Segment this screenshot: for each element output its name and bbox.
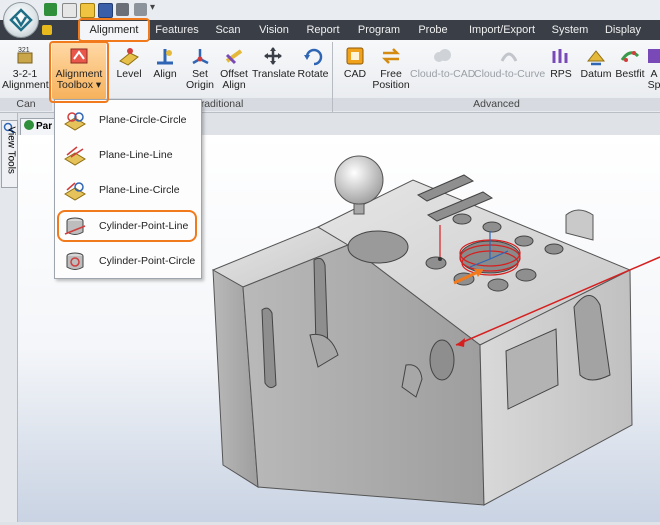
bestfit-icon (619, 45, 641, 67)
tab-probe[interactable]: Probe (412, 20, 454, 40)
tab-features[interactable]: Features (152, 20, 202, 40)
tab-vision[interactable]: Vision (254, 20, 294, 40)
svg-text:321: 321 (18, 47, 30, 54)
partial-icon (646, 45, 660, 67)
print-icon[interactable] (134, 3, 147, 16)
group-label-advanced: Advanced (333, 98, 660, 111)
plane-line-line-icon (63, 143, 87, 167)
bestfit-button[interactable]: Bestfit (614, 42, 646, 100)
datum-icon (585, 45, 607, 67)
home-icon[interactable] (44, 3, 57, 16)
alignment-toolbox-menu: Plane-Circle-Circle Plane-Line-Line Plan… (54, 99, 202, 279)
partial-ribbon-button[interactable]: A Sp (646, 42, 660, 100)
tab-report[interactable]: Report (300, 20, 346, 40)
menu-item-cylinder-point-line[interactable]: Cylinder-Point-Line (57, 210, 197, 242)
alignment-toolbox-button[interactable]: Alignment Toolbox ▾ (52, 42, 106, 100)
set-origin-icon (189, 45, 211, 67)
cloud-to-cad-button[interactable]: Cloud-to-CAD (410, 42, 475, 100)
app-logo[interactable] (3, 2, 39, 38)
new-icon[interactable] (62, 3, 77, 18)
tab-alignment[interactable]: Alignment (80, 21, 148, 40)
menu-item-plane-line-line[interactable]: Plane-Line-Line (57, 139, 197, 171)
offset-align-icon (223, 45, 245, 67)
customize-quick-access-icon[interactable]: ▾ (150, 2, 155, 13)
translate-button[interactable]: Translate (252, 42, 295, 100)
cad-icon (344, 45, 366, 67)
open-icon[interactable] (80, 3, 95, 18)
321-alignment-icon: 321 (14, 45, 36, 67)
level-button[interactable]: Level (112, 42, 146, 100)
alignment-toolbox-icon (68, 45, 90, 67)
ribbon-tab-bar: Alignment Features Scan Vision Report Pr… (0, 20, 660, 40)
menu-item-plane-line-circle[interactable]: Plane-Line-Circle (57, 174, 197, 206)
align-icon (154, 45, 176, 67)
321-alignment-button[interactable]: 321 3-2-1 Alignment (2, 42, 49, 100)
cylinder-point-line-icon (63, 214, 87, 238)
cloud-to-curve-icon (498, 45, 520, 67)
translate-icon (262, 45, 284, 67)
align-button[interactable]: Align (148, 42, 182, 100)
menu-item-cylinder-point-circle[interactable]: Cylinder-Point-Circle (57, 245, 197, 277)
plane-circle-circle-icon (63, 108, 87, 132)
plane-line-circle-icon (63, 178, 87, 202)
app-logo-icon (9, 8, 33, 32)
cad-button[interactable]: CAD (338, 42, 372, 100)
level-icon (118, 45, 140, 67)
free-position-icon (380, 45, 402, 67)
datum-button[interactable]: Datum (578, 42, 614, 100)
tab-display[interactable]: Display (598, 20, 648, 40)
offset-align-button[interactable]: Offset Align (218, 42, 250, 100)
tab-scan[interactable]: Scan (206, 20, 250, 40)
tab-mini-icons[interactable] (36, 20, 58, 40)
cylinder-point-circle-icon (63, 249, 87, 273)
view-tools-tab[interactable]: View Tools (1, 120, 18, 188)
free-position-button[interactable]: Free Position (372, 42, 410, 100)
part-icon (24, 120, 34, 130)
rotate-button[interactable]: Rotate (296, 42, 330, 100)
view-tools-label: View Tools (5, 126, 17, 174)
set-origin-button[interactable]: Set Origin (184, 42, 216, 100)
tab-program[interactable]: Program (352, 20, 406, 40)
rps-icon (550, 45, 572, 67)
group-label-can: Can (0, 98, 52, 111)
rps-button[interactable]: RPS (546, 42, 576, 100)
save-icon[interactable] (98, 3, 113, 18)
tab-import-export[interactable]: Import/Export (460, 20, 544, 40)
tab-system[interactable]: System (548, 20, 592, 40)
tools-icon[interactable] (116, 3, 129, 16)
rotate-icon (302, 45, 324, 67)
cloud-to-curve-button[interactable]: Cloud-to-Curve (474, 42, 545, 100)
cloud-to-cad-icon (431, 45, 453, 67)
menu-item-plane-circle-circle[interactable]: Plane-Circle-Circle (57, 104, 197, 136)
